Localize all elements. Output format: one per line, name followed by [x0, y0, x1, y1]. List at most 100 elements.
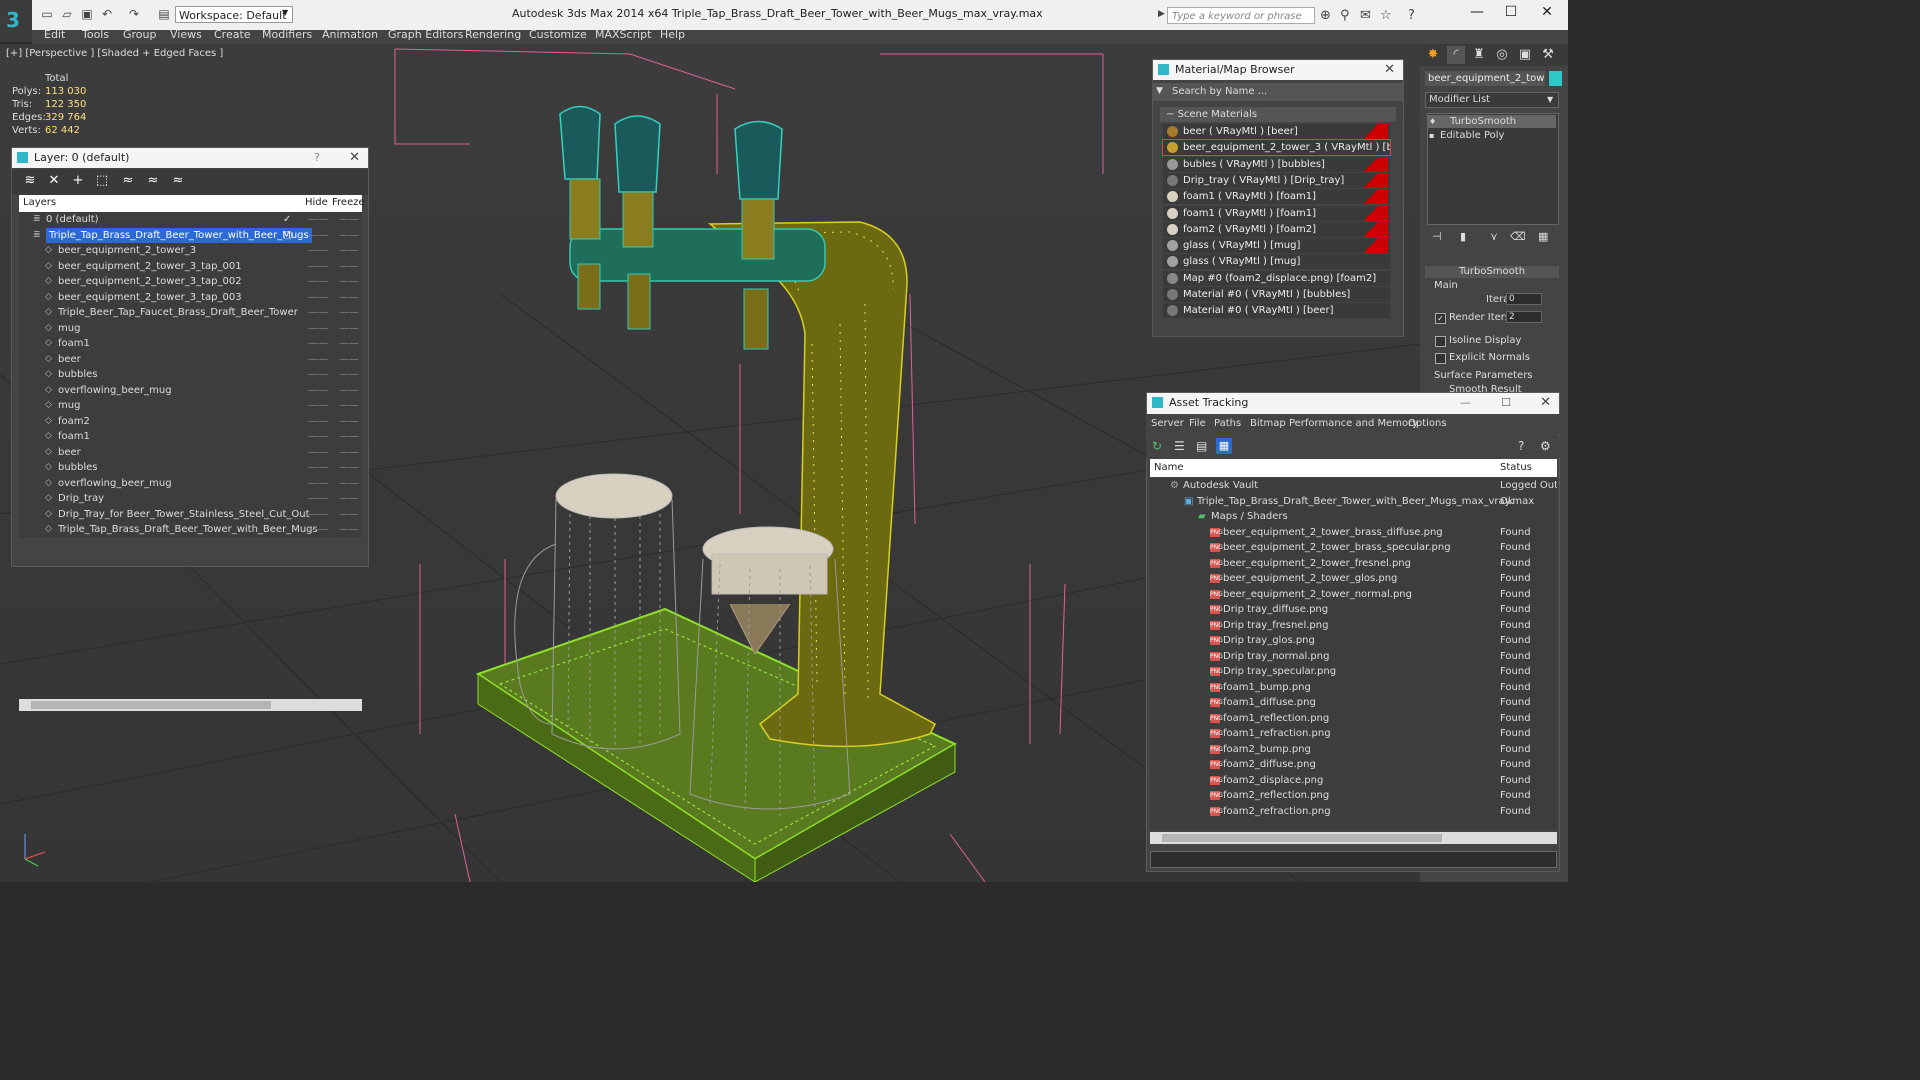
hide-toggle[interactable]: ——	[308, 507, 328, 523]
menu-paths[interactable]: Paths	[1214, 418, 1241, 429]
material-item[interactable]: Material #0 ( VRayMtl ) [beer]	[1163, 303, 1390, 319]
layer-row[interactable]: ◇ Triple_Tap_Brass_Draft_Beer_Tower_with_…	[19, 522, 362, 538]
scrollbar-thumb[interactable]	[1162, 834, 1442, 842]
layer-panel-titlebar[interactable]: Layer: 0 (default) ? ✕	[12, 148, 368, 168]
layer-row[interactable]: ◇ beer_equipment_2_tower_3_tap_001 —— ——	[19, 259, 362, 275]
save-file-icon[interactable]: ▣	[80, 7, 94, 21]
menu-views[interactable]: Views	[170, 28, 202, 41]
freeze-toggle[interactable]: ——	[339, 352, 359, 368]
maximize-button[interactable]: ☐	[1496, 4, 1526, 20]
freeze-toggle[interactable]: ——	[339, 491, 359, 507]
asset-row[interactable]: PNG beer_equipment_2_tower_fresnel.png Fou…	[1150, 556, 1557, 572]
select-objects-icon[interactable]: ⬚	[94, 173, 110, 189]
hide-toggle[interactable]: ——	[308, 476, 328, 492]
material-item[interactable]: Map #0 (foam2_displace.png) [foam2]	[1163, 270, 1390, 286]
close-icon[interactable]: ✕	[1384, 60, 1395, 80]
freeze-toggle[interactable]: ——	[339, 476, 359, 492]
column-hide[interactable]: Hide	[305, 197, 328, 208]
asset-row[interactable]: PNG foam2_refraction.png Found	[1150, 804, 1557, 820]
workspace-chevron-icon[interactable]: ▼	[282, 8, 288, 17]
freeze-toggle[interactable]: ——	[339, 228, 359, 244]
refresh-icon[interactable]: ↻	[1152, 439, 1162, 453]
thumbnail-view-icon[interactable]: ▤	[1196, 439, 1207, 453]
menu-tools[interactable]: Tools	[82, 28, 109, 41]
close-icon[interactable]: ✕	[349, 148, 360, 168]
freeze-all-icon[interactable]: ≈	[170, 173, 186, 189]
column-layers[interactable]: Layers	[23, 197, 56, 208]
asset-row[interactable]: ▰ Maps / Shaders	[1150, 509, 1557, 525]
hide-toggle[interactable]: ——	[308, 460, 328, 476]
help-icon[interactable]: ?	[1408, 8, 1415, 23]
modifier-list-dropdown[interactable]: Modifier List	[1425, 92, 1559, 108]
asset-row[interactable]: PNG Drip tray_glos.png Found	[1150, 633, 1557, 649]
close-window-button[interactable]: ✕	[1532, 4, 1562, 20]
modify-tab-icon[interactable]: ◜	[1447, 46, 1465, 64]
asset-horizontal-scrollbar[interactable]	[1150, 832, 1557, 844]
menu-server[interactable]: Server	[1151, 418, 1184, 429]
hide-toggle[interactable]: ——	[308, 491, 328, 507]
hide-toggle[interactable]: ——	[308, 367, 328, 383]
material-browser-titlebar[interactable]: Material/Map Browser ✕	[1153, 60, 1403, 80]
settings-icon[interactable]: ⚙	[1540, 439, 1551, 453]
hide-toggle[interactable]: ——	[308, 305, 328, 321]
turbosmooth-rollout-header[interactable]: TurboSmooth	[1425, 266, 1559, 278]
asset-row[interactable]: PNG foam2_displace.png Found	[1150, 773, 1557, 789]
asset-row[interactable]: PNG foam2_diffuse.png Found	[1150, 757, 1557, 773]
column-name[interactable]: Name	[1154, 462, 1184, 473]
material-item[interactable]: foam1 ( VRayMtl ) [foam1]	[1163, 205, 1390, 221]
freeze-toggle[interactable]: ——	[339, 290, 359, 306]
freeze-toggle[interactable]: ——	[339, 398, 359, 414]
material-item[interactable]: beer_equipment_2_tower_3 ( VRayMtl ) [be…	[1162, 139, 1391, 157]
hide-toggle[interactable]: ——	[308, 212, 328, 228]
layer-row[interactable]: ◇ beer_equipment_2_tower_3 —— ——	[19, 243, 362, 259]
hide-toggle[interactable]: ——	[308, 259, 328, 275]
layer-row[interactable]: ◇ beer —— ——	[19, 352, 362, 368]
material-item[interactable]: glass ( VRayMtl ) [mug]	[1163, 238, 1390, 254]
freeze-toggle[interactable]: ——	[339, 507, 359, 523]
hide-toggle[interactable]: ——	[308, 522, 328, 538]
asset-row[interactable]: PNG Drip tray_fresnel.png Found	[1150, 618, 1557, 634]
asset-row[interactable]: PNG beer_equipment_2_tower_brass_specular…	[1150, 540, 1557, 556]
asset-row[interactable]: ▣ Triple_Tap_Brass_Draft_Beer_Tower_with_…	[1150, 494, 1557, 510]
hide-toggle[interactable]: ——	[308, 352, 328, 368]
delete-layer-icon[interactable]: ✕	[46, 173, 62, 189]
workspace-dropdown[interactable]: Workspace: Default	[175, 6, 293, 23]
object-color-swatch[interactable]	[1549, 71, 1562, 86]
show-end-result-icon[interactable]: ▮	[1460, 230, 1466, 243]
menu-help[interactable]: Help	[660, 28, 685, 41]
layer-row[interactable]: ◇ beer_equipment_2_tower_3_tap_003 —— ——	[19, 290, 362, 306]
asset-row[interactable]: PNG beer_equipment_2_tower_glos.png Found	[1150, 571, 1557, 587]
remove-modifier-icon[interactable]: ⌫	[1510, 230, 1526, 243]
subscription-icon[interactable]: ⚲	[1340, 8, 1350, 23]
menu-options[interactable]: Options	[1408, 418, 1447, 429]
explicit-normals-checkbox[interactable]	[1435, 353, 1446, 364]
undo-icon[interactable]: ↶	[100, 7, 114, 21]
communication-icon[interactable]: ✉	[1360, 8, 1371, 23]
stack-item-turbosmooth[interactable]: ♦ TurboSmooth	[1428, 115, 1556, 128]
expand-icon[interactable]: ▪	[1429, 129, 1434, 142]
menu-maxscript[interactable]: MAXScript	[595, 28, 651, 41]
redo-icon[interactable]: ↷	[127, 7, 141, 21]
hide-toggle[interactable]: ——	[308, 336, 328, 352]
layer-row[interactable]: ◇ foam2 —— ——	[19, 414, 362, 430]
asset-row[interactable]: PNG beer_equipment_2_tower_normal.png Foun…	[1150, 587, 1557, 603]
freeze-toggle[interactable]: ——	[339, 259, 359, 275]
layer-row[interactable]: ◇ foam1 —— ——	[19, 336, 362, 352]
isoline-display-checkbox[interactable]	[1435, 336, 1446, 347]
menu-graph-editors[interactable]: Graph Editors	[388, 28, 464, 41]
hide-toggle[interactable]: ——	[308, 445, 328, 461]
hide-toggle[interactable]: ——	[308, 228, 328, 244]
minimize-icon[interactable]: —	[1460, 393, 1471, 413]
asset-row[interactable]: PNG Drip tray_specular.png Found	[1150, 664, 1557, 680]
add-to-layer-icon[interactable]: +	[70, 173, 86, 189]
material-item[interactable]: beer ( VRayMtl ) [beer]	[1163, 124, 1390, 139]
highlight-layer-icon[interactable]: ≈	[120, 173, 136, 189]
project-folder-icon[interactable]: ▤	[157, 7, 171, 21]
current-layer-indicator[interactable]: ✓	[283, 212, 291, 228]
hide-toggle[interactable]: ——	[308, 321, 328, 337]
freeze-toggle[interactable]: ——	[339, 429, 359, 445]
layer-row[interactable]: ◇ Drip_Tray_for Beer_Tower_Stainless_Stee…	[19, 507, 362, 523]
asset-row[interactable]: PNG beer_equipment_2_tower_brass_diffuse.…	[1150, 525, 1557, 541]
asset-row[interactable]: PNG foam2_bump.png Found	[1150, 742, 1557, 758]
create-layer-icon[interactable]: ≋	[22, 173, 38, 189]
